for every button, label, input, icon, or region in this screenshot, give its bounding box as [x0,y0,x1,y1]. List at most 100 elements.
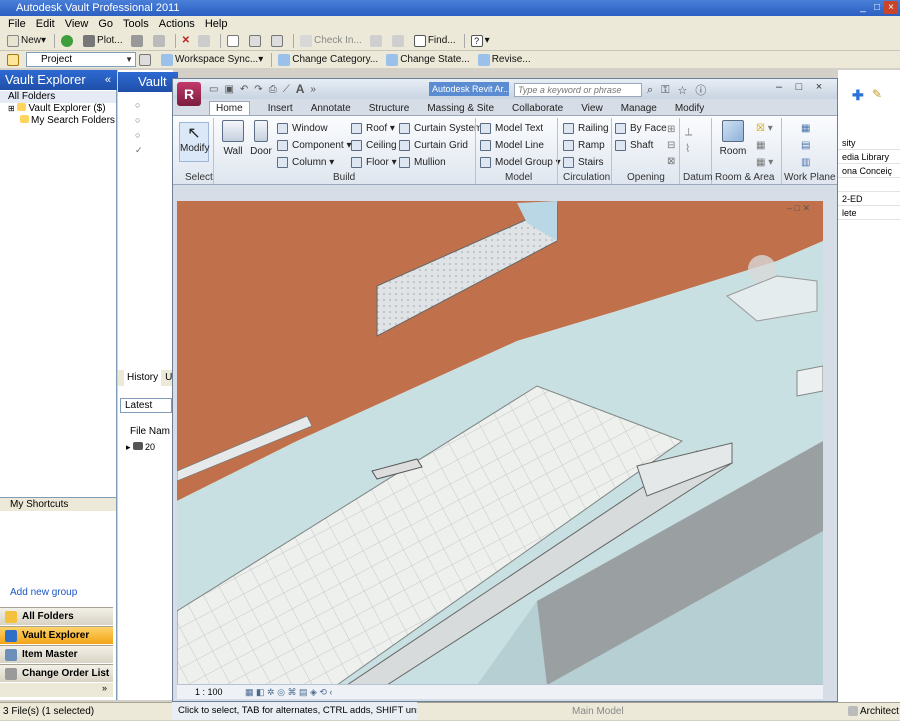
star-icon[interactable]: ☆ [678,84,688,97]
refresh-button[interactable] [58,33,78,49]
nav-vault-explorer[interactable]: Vault Explorer [0,626,113,644]
redo-icon[interactable]: ↷ [254,84,262,95]
collapse-icon[interactable]: « [105,70,111,90]
main-model-combo[interactable]: Main Model [572,703,624,721]
binoculars-icon[interactable]: ⌕ [647,84,653,97]
print-button[interactable] [128,33,148,49]
maximize-icon[interactable]: □ [789,80,809,95]
tree-item-my-search-folders[interactable]: My Search Folders [0,115,116,127]
expand-icon[interactable]: ▸ [126,442,131,452]
measure-icon[interactable]: ⟋ [283,84,290,95]
tab-manage[interactable]: Manage [621,103,657,114]
project-button[interactable] [4,52,24,68]
change-state-button[interactable]: Change State... [383,52,473,68]
close-icon[interactable]: × [884,1,898,14]
pencil-icon[interactable]: ✎ [872,87,882,101]
save-icon[interactable]: ▣ [224,84,233,95]
room-area-small-icons[interactable]: ☒ ▾ ▦ ▦ ▾ [756,120,773,171]
revise-button[interactable]: Revise... [475,52,534,68]
view-restore-icon[interactable]: □ [795,203,800,213]
tab-view[interactable]: View [581,103,603,114]
check-out-button[interactable] [367,33,387,49]
tab-structure[interactable]: Structure [369,103,410,114]
ceiling-button[interactable]: Ceiling [351,137,397,154]
tree-item-all-folders[interactable]: All Folders [0,91,116,103]
nav-change-order-list[interactable]: Change Order List [0,664,113,682]
expand-icon[interactable]: ⊞ [8,104,15,113]
nav-all-folders[interactable]: All Folders [0,607,113,625]
nav-item-master[interactable]: Item Master [0,645,113,663]
help-icon[interactable]: ⓘ [695,82,706,98]
3d-viewport[interactable] [177,201,823,685]
wall-button[interactable]: Wall [219,120,247,157]
check-in-button[interactable]: Check In... [297,33,365,49]
window-button[interactable]: Window [277,120,352,137]
tab-insert[interactable]: Insert [268,103,293,114]
text-icon[interactable]: A [296,82,305,96]
view-control-icons[interactable]: ▦ ◧ ✲ ◎ ⌘ ▤ ◈ ⟲ ‹ [245,687,332,697]
find-button[interactable]: Find... [411,33,459,49]
mullion-button[interactable]: Mullion [399,154,482,171]
my-shortcuts-header[interactable]: My Shortcuts [0,497,116,511]
railing-button[interactable]: Railing [563,120,609,137]
rename-button[interactable] [268,33,288,49]
roof-button[interactable]: Roof ▾ [351,120,397,137]
add-new-group-link[interactable]: Add new group [10,587,77,598]
minimize-icon[interactable]: _ [856,1,870,14]
project-combo[interactable]: Project ▼ [26,52,136,67]
opening-small-icons[interactable]: ⊞ ⊟ ⊠ [667,122,675,170]
minimize-icon[interactable]: – [769,80,789,95]
close-icon[interactable]: × [809,80,829,95]
grid-button[interactable] [136,52,156,68]
tab-massing-site[interactable]: Massing & Site [427,103,494,114]
work-plane-icons[interactable]: ▦ ▤ ▥ [801,120,810,171]
key-icon[interactable]: ⚿ [661,84,669,97]
menu-tools[interactable]: Tools [123,18,149,30]
view-scale[interactable]: 1 : 100 [195,687,223,697]
maximize-icon[interactable]: □ [870,1,884,14]
shaft-button[interactable]: Shaft [615,137,667,154]
undo-icon[interactable]: ↶ [240,84,248,95]
undo-checkout-button[interactable] [389,33,409,49]
search-input[interactable]: Type a keyword or phrase [514,83,642,97]
datum-icons[interactable]: ⟂ ⌇ [685,124,692,158]
stairs-button[interactable]: Stairs [563,154,609,171]
modify-button[interactable]: ↖ Modify [179,122,209,162]
component-button[interactable]: Component ▾ [277,137,352,154]
menu-file[interactable]: File [8,18,26,30]
more-icon[interactable]: » [310,84,316,95]
move-button[interactable] [246,33,266,49]
model-line-button[interactable]: Model Line [480,137,561,154]
nav-overflow-button[interactable]: » [0,683,113,697]
tree-item-vault-explorer[interactable]: ⊞ Vault Explorer ($) [0,103,116,115]
filter-icon[interactable] [545,706,557,718]
new-button[interactable]: New ▾ [4,33,49,49]
model-text-button[interactable]: Model Text [480,120,561,137]
menu-edit[interactable]: Edit [36,18,55,30]
delete-button[interactable]: ✕ [179,33,193,49]
menu-actions[interactable]: Actions [159,18,195,30]
tab-home[interactable]: Home [209,101,250,115]
add-icon[interactable]: ✚ [852,87,864,104]
tab-annotate[interactable]: Annotate [311,103,351,114]
change-category-button[interactable]: Change Category... [275,52,381,68]
by-face-button[interactable]: By Face [615,120,667,137]
curtain-grid-button[interactable]: Curtain Grid [399,137,482,154]
model-group-button[interactable]: Model Group ▾ [480,154,561,171]
menu-go[interactable]: Go [98,18,113,30]
workspace-sync-button[interactable]: Workspace Sync... ▾ [158,52,266,68]
column-button[interactable]: Column ▾ [277,154,352,171]
door-button[interactable]: Door [247,120,275,157]
tab-history[interactable]: History [124,370,162,386]
view-close-icon[interactable]: ✕ [802,203,810,213]
revit-application-button[interactable]: R [177,82,201,106]
print-icon[interactable]: ⎙ [269,84,277,95]
curtain-system-button[interactable]: Curtain System [399,120,482,137]
help-button[interactable]: ? ▾ [468,33,493,49]
attach-button[interactable] [195,33,215,49]
floor-button[interactable]: Floor ▾ [351,154,397,171]
menu-view[interactable]: View [65,18,89,30]
plot-button[interactable]: Plot... [80,33,126,49]
file-name-column-header[interactable]: File Nam [130,426,170,437]
ramp-button[interactable]: Ramp [563,137,609,154]
